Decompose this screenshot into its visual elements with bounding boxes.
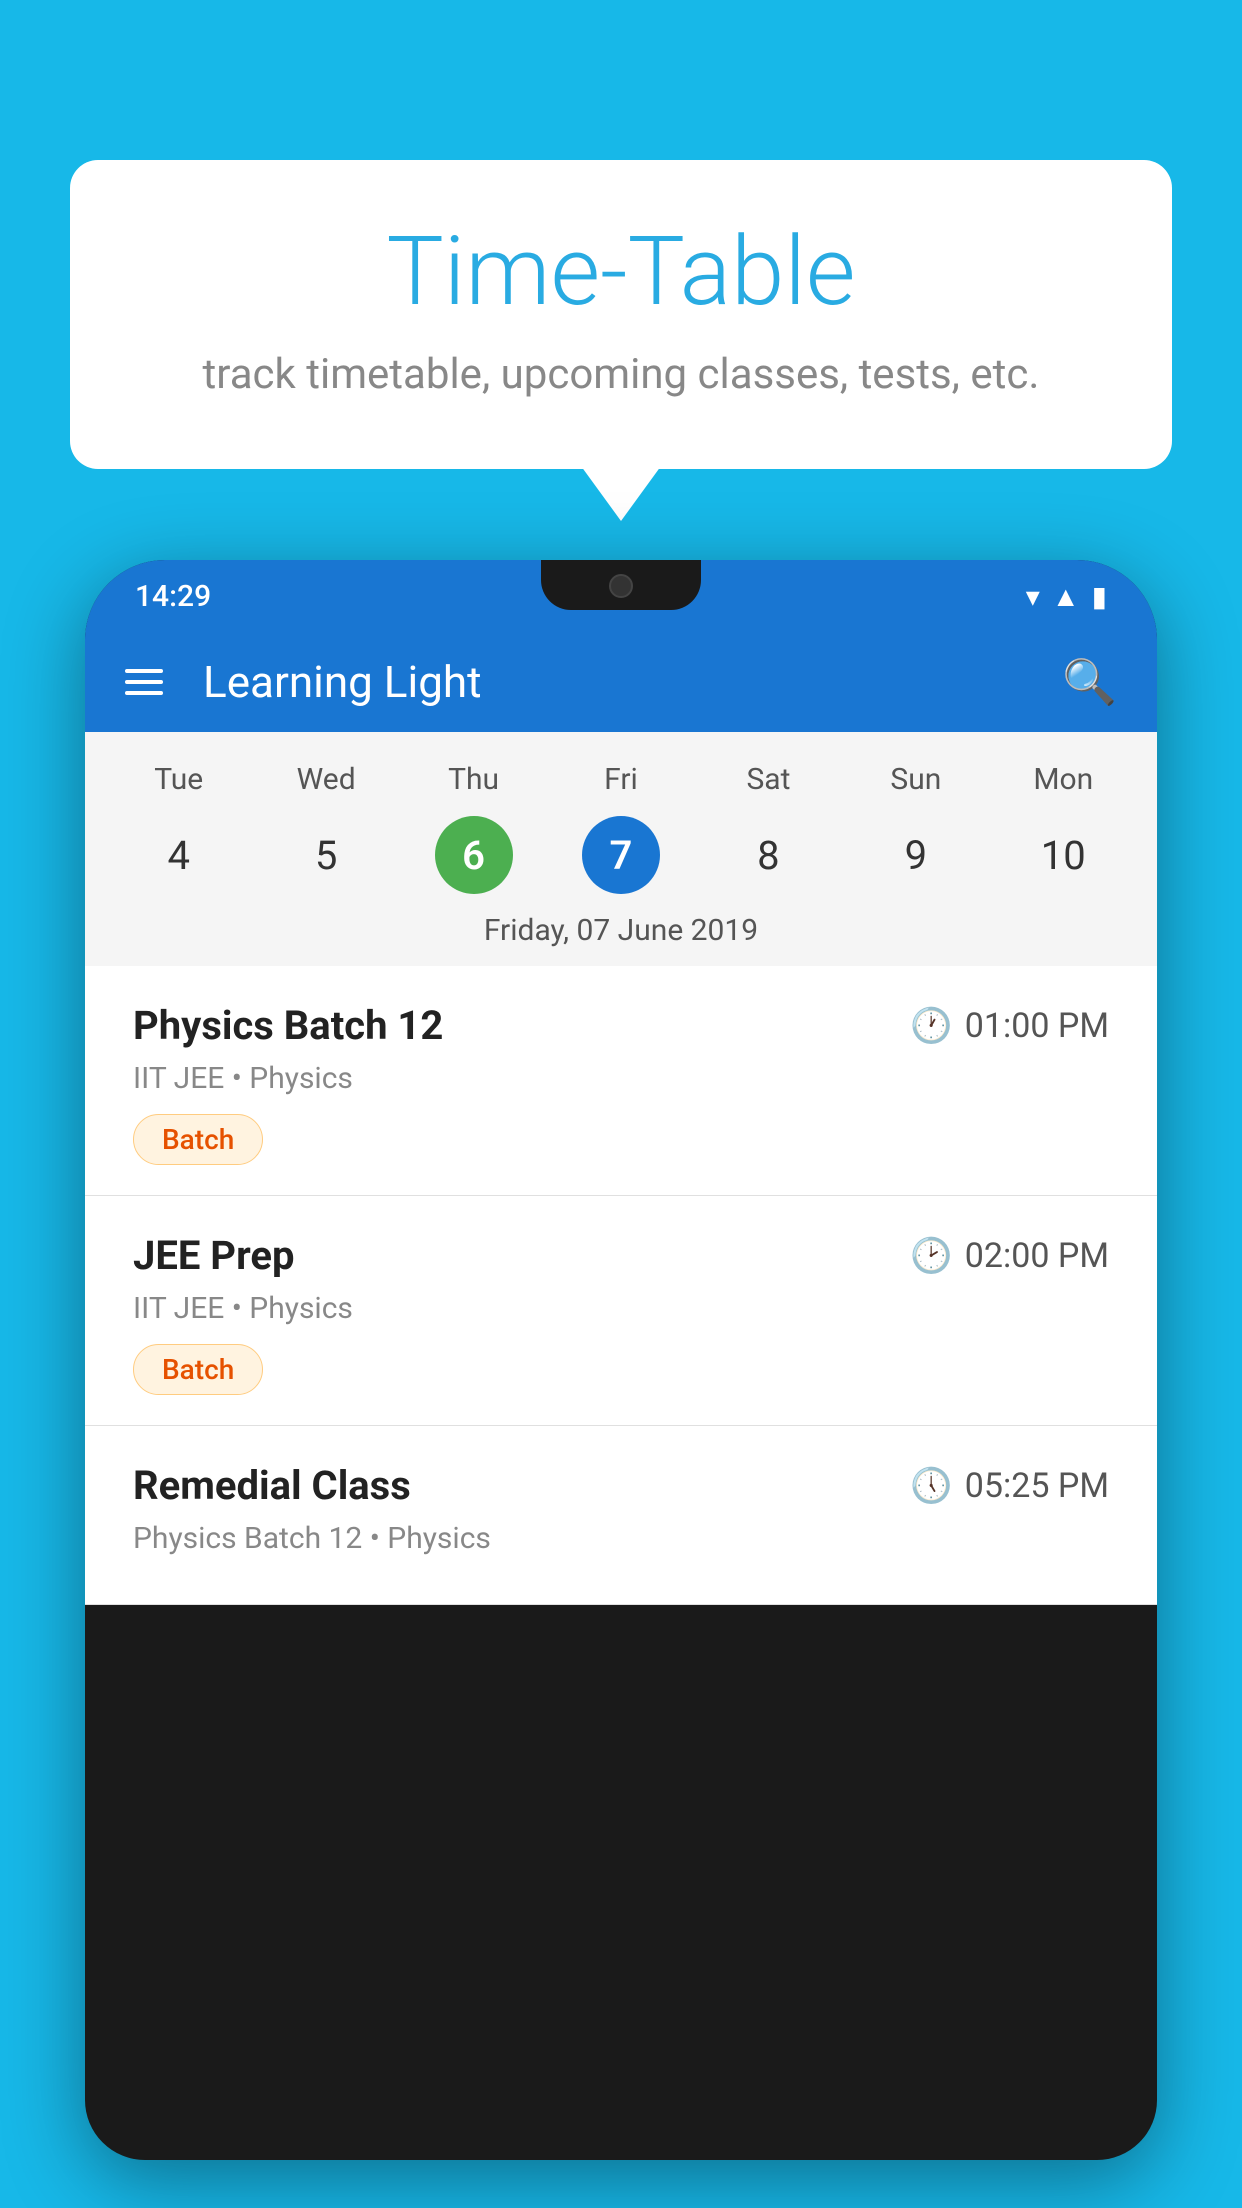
day-fri: Fri xyxy=(547,752,694,807)
status-icons: ▾ ▲ ▮ xyxy=(1026,580,1107,613)
day-num-7-selected[interactable]: 7 xyxy=(582,816,660,894)
clock-icon-2: 🕑 xyxy=(910,1236,952,1276)
day-wed: Wed xyxy=(252,752,399,807)
status-time: 14:29 xyxy=(135,579,211,614)
class-3-meta: Physics Batch 12 • Physics xyxy=(133,1521,1109,1556)
class-2-meta: IIT JEE • Physics xyxy=(133,1291,1109,1326)
class-2-time: 🕑 02:00 PM xyxy=(910,1236,1109,1276)
class-2-name: JEE Prep xyxy=(133,1232,294,1279)
signal-icon: ▲ xyxy=(1052,580,1080,613)
status-bar: 14:29 ▾ ▲ ▮ xyxy=(85,560,1157,632)
class-2-time-value: 02:00 PM xyxy=(965,1236,1109,1276)
speech-bubble: Time-Table track timetable, upcoming cla… xyxy=(70,160,1172,469)
bubble-subtitle: track timetable, upcoming classes, tests… xyxy=(150,350,1092,399)
class-item-1[interactable]: Physics Batch 12 🕐 01:00 PM IIT JEE • Ph… xyxy=(85,966,1157,1196)
clock-icon-3: 🕔 xyxy=(910,1466,952,1506)
class-1-badge: Batch xyxy=(133,1114,263,1165)
class-2-badge: Batch xyxy=(133,1344,263,1395)
class-item-2[interactable]: JEE Prep 🕑 02:00 PM IIT JEE • Physics Ba… xyxy=(85,1196,1157,1426)
menu-icon[interactable] xyxy=(125,669,163,695)
days-header: Tue Wed Thu Fri Sat Sun Mon xyxy=(85,752,1157,807)
classes-list: Physics Batch 12 🕐 01:00 PM IIT JEE • Ph… xyxy=(85,966,1157,1605)
class-item-2-header: JEE Prep 🕑 02:00 PM xyxy=(133,1232,1109,1279)
class-item-3[interactable]: Remedial Class 🕔 05:25 PM Physics Batch … xyxy=(85,1426,1157,1605)
class-item-1-header: Physics Batch 12 🕐 01:00 PM xyxy=(133,1002,1109,1049)
class-1-time: 🕐 01:00 PM xyxy=(910,1006,1109,1046)
bubble-title: Time-Table xyxy=(150,220,1092,326)
day-num-10[interactable]: 10 xyxy=(990,815,1137,895)
day-num-6-today[interactable]: 6 xyxy=(435,816,513,894)
calendar-strip: Tue Wed Thu Fri Sat Sun Mon 4 5 6 7 8 9 … xyxy=(85,732,1157,966)
class-1-time-value: 01:00 PM xyxy=(965,1006,1109,1046)
front-camera xyxy=(609,574,633,598)
day-mon: Mon xyxy=(990,752,1137,807)
class-3-time: 🕔 05:25 PM xyxy=(910,1466,1109,1506)
battery-icon: ▮ xyxy=(1092,580,1107,613)
clock-icon-1: 🕐 xyxy=(910,1006,952,1046)
day-thu: Thu xyxy=(400,752,547,807)
day-num-4[interactable]: 4 xyxy=(105,815,252,895)
day-tue: Tue xyxy=(105,752,252,807)
class-3-time-value: 05:25 PM xyxy=(965,1466,1109,1506)
class-item-3-header: Remedial Class 🕔 05:25 PM xyxy=(133,1462,1109,1509)
selected-date-label: Friday, 07 June 2019 xyxy=(85,895,1157,966)
class-3-name: Remedial Class xyxy=(133,1462,411,1509)
speech-bubble-container: Time-Table track timetable, upcoming cla… xyxy=(70,160,1172,469)
class-1-name: Physics Batch 12 xyxy=(133,1002,443,1049)
day-sun: Sun xyxy=(842,752,989,807)
days-numbers: 4 5 6 7 8 9 10 xyxy=(85,815,1157,895)
toolbar-title: Learning Light xyxy=(203,656,1032,708)
search-icon[interactable]: 🔍 xyxy=(1062,656,1117,708)
day-num-5[interactable]: 5 xyxy=(252,815,399,895)
phone-notch xyxy=(541,560,701,610)
class-1-meta: IIT JEE • Physics xyxy=(133,1061,1109,1096)
day-num-9[interactable]: 9 xyxy=(842,815,989,895)
day-num-8[interactable]: 8 xyxy=(695,815,842,895)
phone-frame: 14:29 ▾ ▲ ▮ Learning Light 🔍 Tue Wed Thu xyxy=(85,560,1157,2160)
wifi-icon: ▾ xyxy=(1026,580,1040,613)
day-sat: Sat xyxy=(695,752,842,807)
phone-container: 14:29 ▾ ▲ ▮ Learning Light 🔍 Tue Wed Thu xyxy=(85,560,1157,2208)
app-toolbar: Learning Light 🔍 xyxy=(85,632,1157,732)
